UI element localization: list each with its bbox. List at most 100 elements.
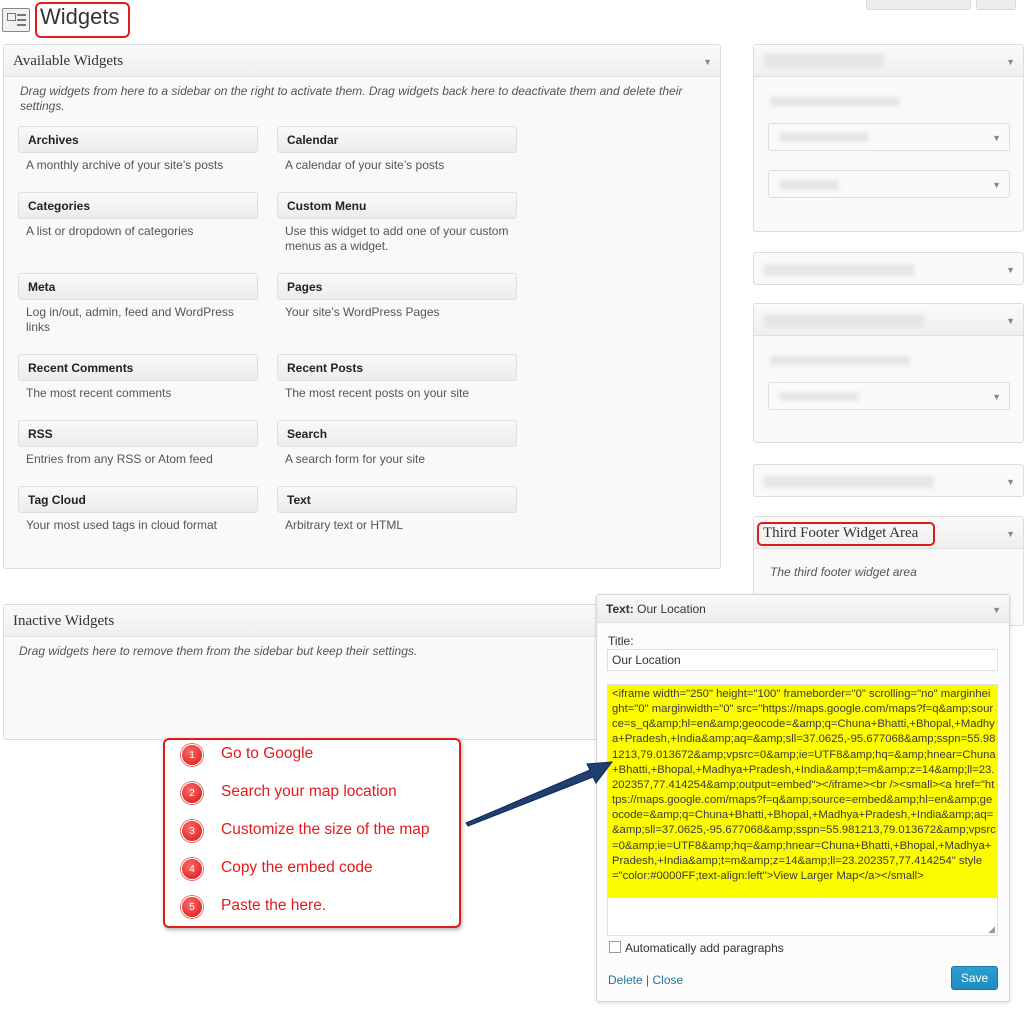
inactive-widgets-title: Inactive Widgets xyxy=(13,613,115,629)
top-right-buttons xyxy=(866,0,1016,10)
sidebar-area-header[interactable]: ▼ xyxy=(754,45,1023,77)
sidebar-area-second-footer[interactable]: ▼ xyxy=(753,464,1024,497)
help-button[interactable] xyxy=(976,0,1016,10)
widget-title[interactable]: Categories xyxy=(18,192,258,219)
chevron-down-icon[interactable]: ▼ xyxy=(992,605,1001,615)
chevron-down-icon[interactable]: ▼ xyxy=(1006,477,1015,487)
widget-categories[interactable]: Categories A list or dropdown of categor… xyxy=(18,192,258,244)
title-input[interactable]: Our Location xyxy=(607,649,998,671)
chevron-down-icon[interactable]: ▼ xyxy=(1006,57,1015,67)
close-link[interactable]: Close xyxy=(653,973,684,987)
widget-title[interactable]: RSS xyxy=(18,420,258,447)
sidebar-area-primary: ▼ ▼ ▼ xyxy=(753,44,1024,232)
widget-custom-menu[interactable]: Custom Menu Use this widget to add one o… xyxy=(277,192,517,259)
widget-description: Log in/out, admin, feed and WordPress li… xyxy=(26,305,234,334)
widget-title[interactable]: Calendar xyxy=(277,126,517,153)
available-widgets-panel: Available Widgets ▼ Drag widgets from he… xyxy=(3,44,721,569)
widget-description: A search form for your site xyxy=(285,452,426,466)
chevron-down-icon[interactable]: ▼ xyxy=(992,180,1001,190)
text-widget-title: Text: Our Location xyxy=(606,602,706,616)
step-text: Go to Google xyxy=(221,745,314,762)
widget-title[interactable]: Custom Menu xyxy=(277,192,517,219)
blurred-title xyxy=(764,264,914,276)
blurred-description xyxy=(770,356,910,365)
widget-title[interactable]: Recent Comments xyxy=(18,354,258,381)
widget-text[interactable]: Text Arbitrary text or HTML xyxy=(277,486,517,538)
chevron-down-icon[interactable]: ▼ xyxy=(1006,529,1015,539)
chevron-down-icon[interactable]: ▼ xyxy=(703,57,712,67)
widget-title[interactable]: Search xyxy=(277,420,517,447)
embed-code-text: <iframe width="250" height="100" framebo… xyxy=(612,688,996,882)
delete-link[interactable]: Delete xyxy=(608,973,643,987)
widget-recent-posts[interactable]: Recent Posts The most recent posts on yo… xyxy=(277,354,517,406)
sidebar-area-secondary[interactable]: ▼ xyxy=(753,252,1024,285)
annotation-arrow xyxy=(465,761,614,827)
sidebar-widget[interactable]: ▼ xyxy=(768,123,1010,151)
widget-instance-name: Our Location xyxy=(637,602,706,616)
widget-description: Entries from any RSS or Atom feed xyxy=(26,452,213,466)
blurred-title xyxy=(764,54,884,68)
widget-description: A monthly archive of your site’s posts xyxy=(26,158,224,172)
widget-type-label: Text: xyxy=(606,602,634,616)
widget-description: Your site’s WordPress Pages xyxy=(285,305,440,319)
third-footer-highlight-box xyxy=(757,522,935,546)
available-widgets-title: Available Widgets xyxy=(13,53,124,69)
chevron-down-icon[interactable]: ▼ xyxy=(992,133,1001,143)
step-text: Paste the here. xyxy=(221,897,327,914)
widget-description: Use this widget to add one of your custo… xyxy=(285,224,509,253)
widget-description: A calendar of your site’s posts xyxy=(285,158,445,172)
title-label: Title: xyxy=(608,634,634,648)
widget-recent-comments[interactable]: Recent Comments The most recent comments xyxy=(18,354,258,406)
step-number-badge: 4 xyxy=(181,858,203,880)
sidebar-widget[interactable]: ▼ xyxy=(768,382,1010,410)
widget-title[interactable]: Recent Posts xyxy=(277,354,517,381)
step-text: Copy the embed code xyxy=(221,859,373,876)
widget-pages[interactable]: Pages Your site’s WordPress Pages xyxy=(277,273,517,325)
widget-meta[interactable]: Meta Log in/out, admin, feed and WordPre… xyxy=(18,273,258,340)
chevron-down-icon[interactable]: ▼ xyxy=(1006,316,1015,326)
content-textarea[interactable]: <iframe width="250" height="100" framebo… xyxy=(607,684,998,936)
link-separator: | xyxy=(646,973,650,987)
blurred-label xyxy=(779,133,869,142)
widget-description: Your most used tags in cloud format xyxy=(26,518,217,532)
widget-title[interactable]: Pages xyxy=(277,273,517,300)
inactive-widgets-description: Drag widgets here to remove them from th… xyxy=(19,644,418,658)
step-text: Search your map location xyxy=(221,783,397,800)
chevron-down-icon[interactable]: ▼ xyxy=(1006,265,1015,275)
screen-options-button[interactable] xyxy=(866,0,971,10)
widget-tag-cloud[interactable]: Tag Cloud Your most used tags in cloud f… xyxy=(18,486,258,538)
blurred-title xyxy=(764,476,934,488)
widget-description: The most recent comments xyxy=(26,386,172,400)
step-number-badge: 3 xyxy=(181,820,203,842)
step-number-badge: 5 xyxy=(181,896,203,918)
auto-paragraphs-checkbox[interactable] xyxy=(609,941,621,953)
save-button[interactable]: Save xyxy=(951,966,998,990)
step-number-badge: 2 xyxy=(181,782,203,804)
widget-title[interactable]: Tag Cloud xyxy=(18,486,258,513)
resize-handle-icon[interactable]: ◢ xyxy=(988,924,995,935)
widget-calendar[interactable]: Calendar A calendar of your site’s posts xyxy=(277,126,517,178)
available-widgets-description: Drag widgets from here to a sidebar on t… xyxy=(20,84,683,113)
third-footer-description: The third footer widget area xyxy=(770,565,917,579)
widget-title[interactable]: Meta xyxy=(18,273,258,300)
widget-search[interactable]: Search A search form for your site xyxy=(277,420,517,472)
widget-title[interactable]: Archives xyxy=(18,126,258,153)
widget-archives[interactable]: Archives A monthly archive of your site’… xyxy=(18,126,258,178)
available-widgets-header[interactable]: Available Widgets ▼ xyxy=(4,45,720,77)
blurred-label xyxy=(779,180,839,190)
widgets-page-icon xyxy=(2,8,30,32)
blurred-title xyxy=(764,314,924,328)
widget-title[interactable]: Text xyxy=(277,486,517,513)
chevron-down-icon[interactable]: ▼ xyxy=(992,392,1001,402)
auto-paragraphs-label: Automatically add paragraphs xyxy=(625,941,784,955)
blurred-description xyxy=(770,97,900,106)
widget-rss[interactable]: RSS Entries from any RSS or Atom feed xyxy=(18,420,258,472)
widget-description: Arbitrary text or HTML xyxy=(285,518,404,532)
text-widget-header[interactable]: Text: Our Location ▼ xyxy=(597,595,1009,623)
sidebar-area-header[interactable]: ▼ xyxy=(754,304,1023,336)
blurred-label xyxy=(779,392,859,401)
sidebar-widget[interactable]: ▼ xyxy=(768,170,1010,198)
step-text: Customize the size of the map xyxy=(221,821,430,838)
widget-description: A list or dropdown of categories xyxy=(26,224,194,238)
steps-callout: 1 Go to Google 2 Search your map locatio… xyxy=(163,738,461,928)
